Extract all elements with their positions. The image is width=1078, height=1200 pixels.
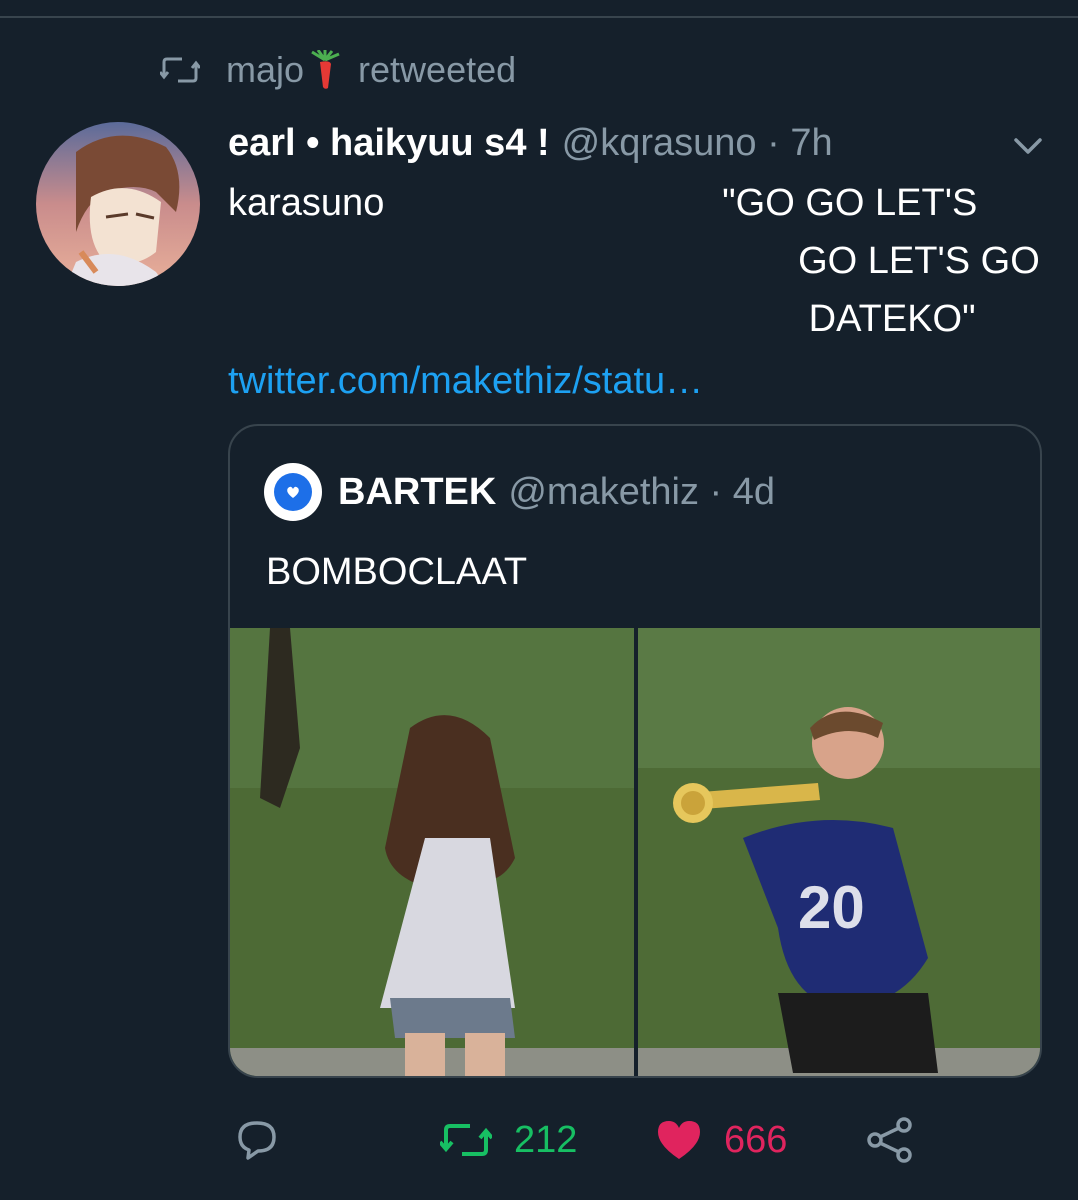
author-handle-time[interactable]: @kqrasuno · 7h	[562, 122, 833, 165]
quoted-tweet-header: BARTEK @makethiz · 4d	[264, 463, 775, 521]
top-divider	[0, 16, 1078, 18]
quoted-author-avatar	[264, 463, 322, 521]
quoted-author-handle-time[interactable]: @makethiz · 4d	[508, 471, 775, 514]
retweet-icon	[160, 57, 200, 83]
quoted-tweet-card[interactable]: BARTEK @makethiz · 4d BOMBOCLAAT 20	[228, 424, 1042, 1078]
media-photo-right[interactable]: 20	[638, 628, 1040, 1076]
media-photo-left[interactable]	[230, 628, 634, 1076]
chevron-down-icon[interactable]	[1008, 132, 1048, 160]
retweet-icon	[440, 1124, 492, 1156]
retweeter-name[interactable]: majo	[226, 49, 304, 91]
chili-pepper-emoji-icon	[311, 50, 340, 89]
like-count: 666	[724, 1118, 788, 1161]
reply-icon	[238, 1121, 276, 1160]
retweet-count: 212	[514, 1118, 578, 1161]
tweet-link[interactable]: twitter.com/makethiz/statu…	[228, 352, 703, 410]
author-display-name[interactable]: earl • haikyuu s4 !	[228, 122, 550, 165]
svg-text:20: 20	[798, 874, 865, 941]
reply-button[interactable]	[234, 1110, 280, 1170]
heart-icon	[658, 1121, 700, 1159]
photo-crying-girl	[230, 628, 634, 1076]
tweet-text: karasuno "GO GO LET'S GO LET'S GO DATEKO…	[228, 182, 1040, 340]
quoted-tweet-media: 20	[230, 628, 1040, 1076]
author-avatar[interactable]	[36, 122, 200, 286]
retweet-button[interactable]: 212	[440, 1110, 577, 1170]
tweet-action-bar: 212 666	[0, 1110, 1078, 1170]
like-button[interactable]: 666	[656, 1110, 787, 1170]
tweet-header: earl • haikyuu s4 ! @kqrasuno · 7h	[228, 118, 833, 168]
photo-trumpet-boy: 20	[638, 628, 1040, 1076]
retweeted-label: retweeted	[358, 49, 517, 90]
quoted-author-name[interactable]: BARTEK	[338, 471, 496, 514]
share-icon	[867, 1117, 912, 1163]
share-button[interactable]	[866, 1110, 914, 1170]
avatar-image	[36, 122, 200, 286]
quoted-tweet-text: BOMBOCLAAT	[266, 551, 528, 593]
retweet-banner: majo retweeted	[160, 48, 516, 92]
